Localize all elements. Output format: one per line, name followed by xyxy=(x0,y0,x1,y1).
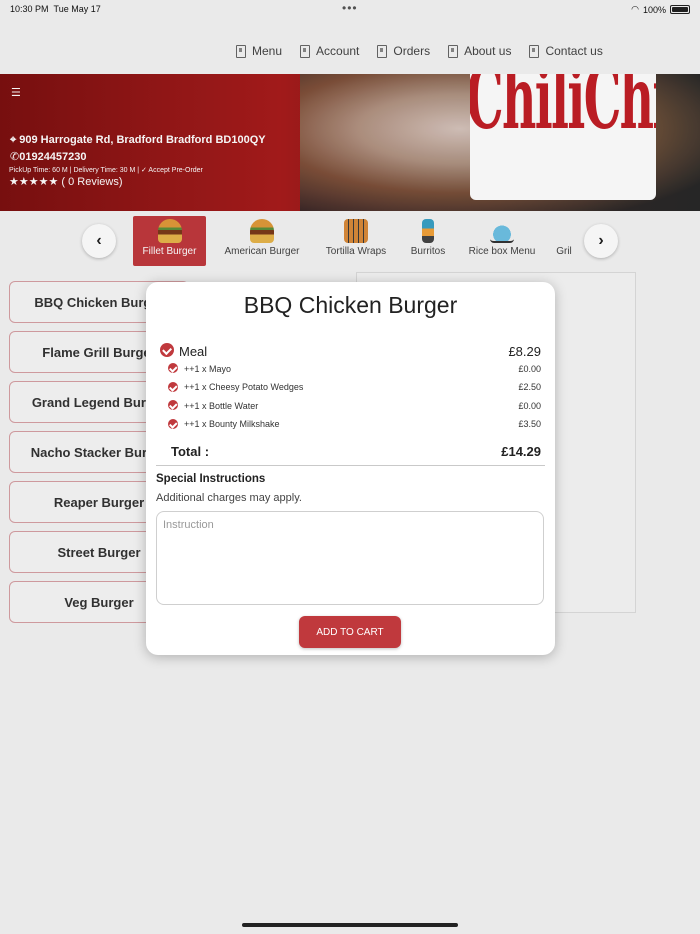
add-to-cart-button[interactable]: ADD TO CART xyxy=(299,616,401,648)
addon-price: £0.00 xyxy=(518,401,541,411)
addon-label: ++1 x Cheesy Potato Wedges xyxy=(184,382,304,392)
addon-price: £3.50 xyxy=(518,419,541,429)
special-instructions-note: Additional charges may apply. xyxy=(156,492,302,504)
divider xyxy=(156,465,545,466)
addon-check-icon[interactable] xyxy=(168,363,178,373)
total-label: Total : xyxy=(171,444,210,459)
meal-label: Meal xyxy=(179,344,208,359)
addon-label: ++1 x Mayo xyxy=(184,364,232,374)
product-options-modal: BBQ Chicken Burger Meal £8.29 ++1 x Mayo… xyxy=(146,282,555,655)
home-indicator[interactable] xyxy=(242,923,458,927)
addon-check-icon[interactable] xyxy=(168,382,178,392)
addon-label: ++1 x Bottle Water xyxy=(184,401,259,411)
total-value: £14.29 xyxy=(501,444,541,459)
meal-price: £8.29 xyxy=(508,344,541,359)
modal-title: BBQ Chicken Burger xyxy=(243,292,458,318)
addon-price: £2.50 xyxy=(518,382,541,392)
addon-label: ++1 x Bounty Milkshake xyxy=(184,419,280,429)
addon-price: £0.00 xyxy=(518,364,541,374)
instruction-field[interactable] xyxy=(156,511,544,605)
addon-check-icon[interactable] xyxy=(168,400,178,410)
meal-check-icon[interactable] xyxy=(160,343,174,357)
special-instructions-title: Special Instructions xyxy=(156,473,266,485)
addon-check-icon[interactable] xyxy=(168,419,178,429)
